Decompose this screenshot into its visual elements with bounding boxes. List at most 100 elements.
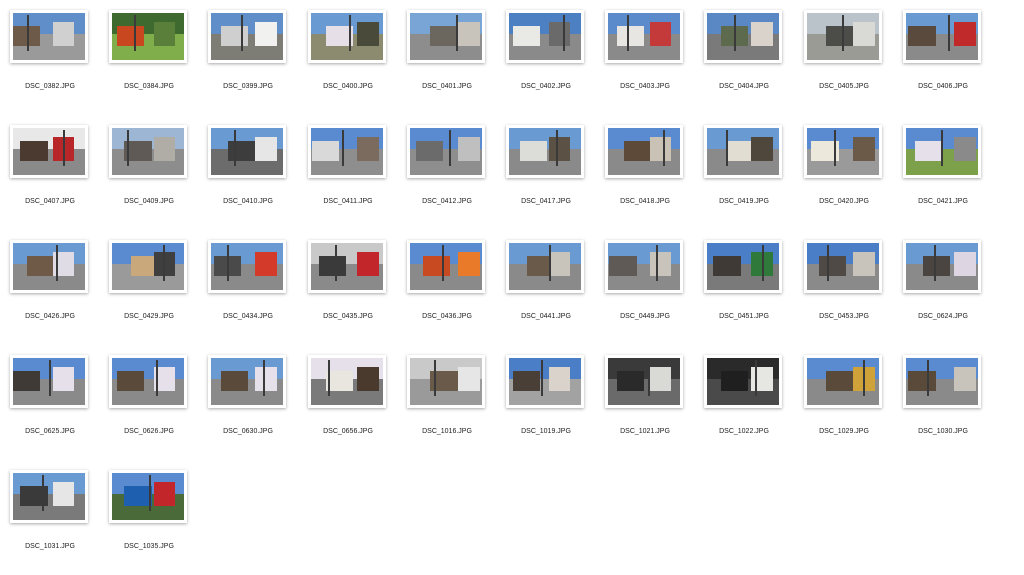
file-thumbnail[interactable] [109, 125, 187, 178]
file-thumbnail[interactable] [407, 355, 485, 408]
file-thumbnail[interactable] [903, 10, 981, 63]
file-thumbnail[interactable] [208, 240, 286, 293]
file-name-label[interactable]: DSC_0418.JPG [595, 198, 695, 205]
file-item[interactable]: DSC_0406.JPG [893, 0, 993, 115]
file-thumbnail[interactable] [10, 125, 88, 178]
file-item[interactable]: DSC_0418.JPG [595, 115, 695, 230]
file-name-label[interactable]: DSC_0624.JPG [893, 313, 993, 320]
file-item[interactable]: DSC_0426.JPG [0, 230, 100, 345]
file-name-label[interactable]: DSC_1031.JPG [0, 543, 100, 550]
file-name-label[interactable]: DSC_1035.JPG [99, 543, 199, 550]
file-item[interactable]: DSC_0411.JPG [298, 115, 398, 230]
file-thumbnail[interactable] [605, 10, 683, 63]
file-item[interactable]: DSC_1019.JPG [496, 345, 596, 460]
file-thumbnail[interactable] [605, 240, 683, 293]
file-item[interactable]: DSC_0626.JPG [99, 345, 199, 460]
file-item[interactable]: DSC_1029.JPG [794, 345, 894, 460]
file-thumbnail[interactable] [704, 355, 782, 408]
file-item[interactable]: DSC_1022.JPG [694, 345, 794, 460]
file-name-label[interactable]: DSC_0426.JPG [0, 313, 100, 320]
file-item[interactable]: DSC_0630.JPG [198, 345, 298, 460]
file-thumbnail[interactable] [109, 10, 187, 63]
file-item[interactable]: DSC_0656.JPG [298, 345, 398, 460]
file-name-label[interactable]: DSC_0411.JPG [298, 198, 398, 205]
file-thumbnail[interactable] [605, 355, 683, 408]
file-thumbnail[interactable] [704, 125, 782, 178]
file-thumbnail[interactable] [704, 10, 782, 63]
file-name-label[interactable]: DSC_0630.JPG [198, 428, 298, 435]
file-thumbnail[interactable] [506, 240, 584, 293]
file-thumbnail[interactable] [506, 355, 584, 408]
file-name-label[interactable]: DSC_1022.JPG [694, 428, 794, 435]
file-name-label[interactable]: DSC_0410.JPG [198, 198, 298, 205]
file-name-label[interactable]: DSC_1021.JPG [595, 428, 695, 435]
file-name-label[interactable]: DSC_0409.JPG [99, 198, 199, 205]
file-name-label[interactable]: DSC_0656.JPG [298, 428, 398, 435]
file-name-label[interactable]: DSC_0435.JPG [298, 313, 398, 320]
file-thumbnail[interactable] [10, 240, 88, 293]
file-item[interactable]: DSC_0382.JPG [0, 0, 100, 115]
file-item[interactable]: DSC_0399.JPG [198, 0, 298, 115]
file-thumbnail[interactable] [903, 240, 981, 293]
file-item[interactable]: DSC_0407.JPG [0, 115, 100, 230]
file-name-label[interactable]: DSC_0626.JPG [99, 428, 199, 435]
file-name-label[interactable]: DSC_0429.JPG [99, 313, 199, 320]
file-thumbnail[interactable] [208, 10, 286, 63]
file-thumbnail[interactable] [506, 125, 584, 178]
file-item[interactable]: DSC_0410.JPG [198, 115, 298, 230]
file-thumbnail[interactable] [308, 10, 386, 63]
file-name-label[interactable]: DSC_0404.JPG [694, 83, 794, 90]
file-item[interactable]: DSC_1016.JPG [397, 345, 497, 460]
file-item[interactable]: DSC_0402.JPG [496, 0, 596, 115]
file-name-label[interactable]: DSC_0421.JPG [893, 198, 993, 205]
file-thumbnail[interactable] [308, 355, 386, 408]
file-item[interactable]: DSC_0419.JPG [694, 115, 794, 230]
file-thumbnail[interactable] [308, 240, 386, 293]
file-name-label[interactable]: DSC_0625.JPG [0, 428, 100, 435]
file-name-label[interactable]: DSC_0449.JPG [595, 313, 695, 320]
file-name-label[interactable]: DSC_0401.JPG [397, 83, 497, 90]
file-name-label[interactable]: DSC_0406.JPG [893, 83, 993, 90]
file-item[interactable]: DSC_0400.JPG [298, 0, 398, 115]
file-name-label[interactable]: DSC_1030.JPG [893, 428, 993, 435]
file-thumbnail[interactable] [804, 10, 882, 63]
file-item[interactable]: DSC_0624.JPG [893, 230, 993, 345]
file-item[interactable]: DSC_0429.JPG [99, 230, 199, 345]
file-item[interactable]: DSC_0441.JPG [496, 230, 596, 345]
file-thumbnail[interactable] [407, 125, 485, 178]
file-item[interactable]: DSC_0436.JPG [397, 230, 497, 345]
file-name-label[interactable]: DSC_0399.JPG [198, 83, 298, 90]
file-item[interactable]: DSC_0384.JPG [99, 0, 199, 115]
file-name-label[interactable]: DSC_0382.JPG [0, 83, 100, 90]
file-item[interactable]: DSC_1030.JPG [893, 345, 993, 460]
file-thumbnail[interactable] [208, 125, 286, 178]
file-item[interactable]: DSC_0401.JPG [397, 0, 497, 115]
file-thumbnail[interactable] [208, 355, 286, 408]
file-item[interactable]: DSC_0435.JPG [298, 230, 398, 345]
file-thumbnail[interactable] [10, 355, 88, 408]
file-item[interactable]: DSC_0434.JPG [198, 230, 298, 345]
file-name-label[interactable]: DSC_0441.JPG [496, 313, 596, 320]
file-name-label[interactable]: DSC_0434.JPG [198, 313, 298, 320]
file-name-label[interactable]: DSC_1016.JPG [397, 428, 497, 435]
file-item[interactable]: DSC_0449.JPG [595, 230, 695, 345]
file-name-label[interactable]: DSC_0384.JPG [99, 83, 199, 90]
file-item[interactable]: DSC_0451.JPG [694, 230, 794, 345]
file-thumbnail[interactable] [109, 355, 187, 408]
file-name-label[interactable]: DSC_0400.JPG [298, 83, 398, 90]
file-item[interactable]: DSC_0404.JPG [694, 0, 794, 115]
file-item[interactable]: DSC_0625.JPG [0, 345, 100, 460]
file-thumbnail[interactable] [804, 355, 882, 408]
file-thumbnail[interactable] [605, 125, 683, 178]
file-item[interactable]: DSC_0453.JPG [794, 230, 894, 345]
file-thumbnail[interactable] [903, 355, 981, 408]
file-name-label[interactable]: DSC_0417.JPG [496, 198, 596, 205]
file-thumbnail[interactable] [308, 125, 386, 178]
file-name-label[interactable]: DSC_0402.JPG [496, 83, 596, 90]
file-name-label[interactable]: DSC_0453.JPG [794, 313, 894, 320]
file-item[interactable]: DSC_0409.JPG [99, 115, 199, 230]
file-item[interactable]: DSC_0417.JPG [496, 115, 596, 230]
file-item[interactable]: DSC_0421.JPG [893, 115, 993, 230]
file-thumbnail[interactable] [804, 125, 882, 178]
file-thumbnail[interactable] [704, 240, 782, 293]
